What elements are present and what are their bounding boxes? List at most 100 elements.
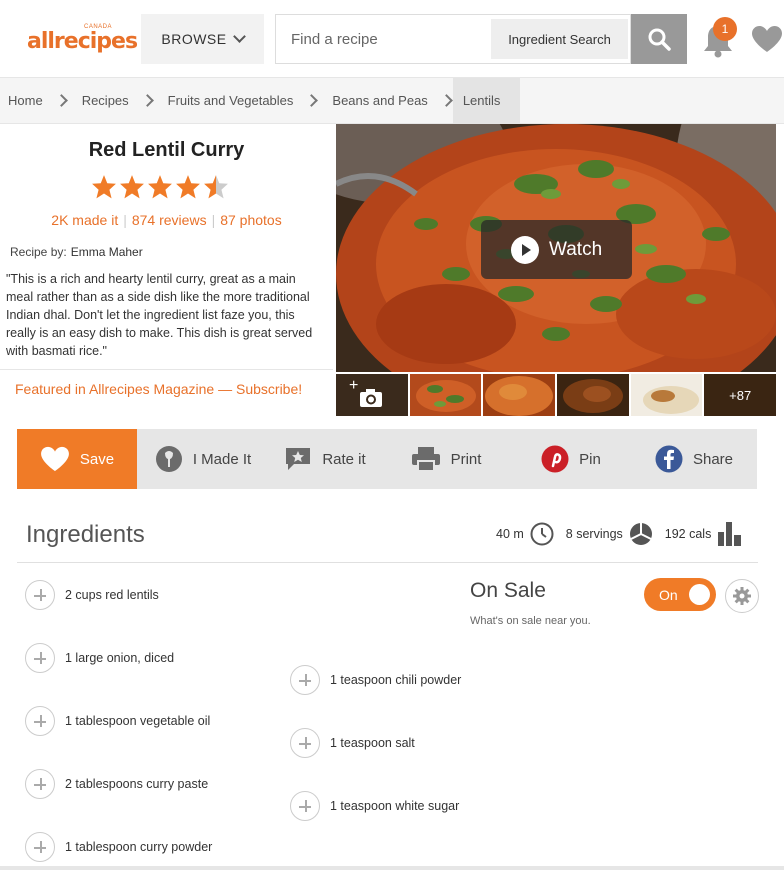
photo-thumbnail[interactable] (409, 374, 482, 416)
servings-pie-icon (629, 523, 652, 545)
search-input[interactable] (276, 15, 490, 63)
ingredient-item[interactable]: 1 tablespoon curry powder (25, 832, 212, 862)
rate-button[interactable]: Rate it (269, 429, 381, 489)
made-it-label: I Made It (192, 450, 252, 468)
on-sale-title: On Sale (470, 579, 546, 602)
servings-value: 8 servings (565, 527, 623, 541)
on-sale-toggle[interactable]: On (644, 578, 716, 611)
ingredient-search-button[interactable]: Ingredient Search (491, 19, 628, 59)
watch-label: Watch (549, 238, 603, 260)
heart-icon (40, 446, 69, 472)
pin-button[interactable]: Pin (511, 429, 631, 489)
recipe-stats: 2K made it | 874 reviews | 87 photos (51, 212, 282, 228)
star-icon (176, 175, 200, 199)
ingredient-item[interactable]: 1 teaspoon chili powder (290, 665, 461, 695)
star-rating[interactable] (91, 174, 229, 200)
divider (17, 562, 758, 563)
toggle-knob (689, 584, 710, 605)
recipe-by-label: Recipe by: (10, 245, 67, 259)
search-icon (648, 28, 671, 51)
watch-video-button[interactable]: Watch (481, 220, 632, 279)
photo-thumbnails: + +87 (336, 374, 777, 416)
facebook-icon (655, 445, 683, 473)
breadcrumb-home[interactable]: Home (0, 78, 82, 124)
search-box: Ingredient Search (275, 14, 631, 64)
breadcrumb-fruits-vegetables[interactable]: Fruits and Vegetables (168, 78, 333, 124)
notification-badge: 1 (713, 17, 737, 41)
add-ingredient-icon[interactable] (25, 643, 55, 673)
photo-thumbnail[interactable] (630, 374, 703, 416)
toggle-label: On (659, 586, 678, 603)
recipe-action-bar: Save I Made It Rate it Print Pin Share (17, 429, 757, 489)
servings[interactable]: 8 servings (566, 522, 653, 546)
breadcrumb-beans-peas[interactable]: Beans and Peas (332, 78, 453, 124)
ingredients-heading: Ingredients (26, 521, 145, 548)
rate-label: Rate it (322, 450, 366, 468)
add-ingredient-icon[interactable] (25, 769, 55, 799)
chevron-right-icon (54, 94, 68, 107)
thumbnail-image (557, 374, 629, 416)
browse-label: BROWSE (161, 31, 227, 47)
calories-value: 192 cals (664, 527, 712, 541)
settings-button[interactable] (725, 579, 759, 613)
calories[interactable]: 192 cals (665, 522, 744, 546)
photo-thumbnail[interactable] (483, 374, 556, 416)
rate-star-icon (286, 448, 311, 470)
star-icon (120, 175, 144, 199)
ingredient-item[interactable]: 1 large onion, diced (25, 643, 174, 673)
prep-time-value: 40 m (496, 527, 524, 541)
save-label: Save (79, 450, 115, 468)
gear-icon (733, 587, 751, 605)
star-icon (148, 175, 172, 199)
camera-add-icon: + (349, 377, 382, 407)
add-ingredient-icon[interactable] (25, 706, 55, 736)
top-bar: CANADA allrecipes BROWSE Ingredient Sear… (0, 0, 784, 78)
reviews-link[interactable]: 874 reviews (132, 212, 207, 228)
add-ingredient-icon[interactable] (25, 832, 55, 862)
share-label: Share (692, 450, 734, 468)
chevron-right-icon (305, 94, 319, 107)
ingredient-item[interactable]: 1 tablespoon vegetable oil (25, 706, 210, 736)
chef-hat-icon (155, 446, 182, 472)
save-button[interactable]: Save (17, 429, 137, 489)
nutrition-bars-icon (718, 522, 742, 546)
printer-icon (411, 447, 440, 472)
magazine-subscribe-link[interactable]: Featured in Allrecipes Magazine — Subscr… (15, 381, 302, 397)
chevron-right-icon (439, 94, 453, 107)
made-it-button[interactable]: I Made It (137, 429, 269, 489)
chevron-down-icon (232, 30, 246, 43)
print-button[interactable]: Print (381, 429, 511, 489)
thumbnail-image (630, 374, 703, 416)
photo-thumbnail[interactable] (557, 374, 629, 416)
allrecipes-logo[interactable]: CANADA allrecipes (27, 24, 138, 60)
more-photos-button[interactable]: +87 (704, 374, 777, 416)
photos-link[interactable]: 87 photos (220, 212, 282, 228)
share-button[interactable]: Share (631, 429, 757, 489)
ingredient-item[interactable]: 1 teaspoon salt (290, 728, 415, 758)
ingredient-item[interactable]: 2 tablespoons curry paste (25, 769, 208, 799)
add-photo-button[interactable]: + (336, 374, 408, 416)
svg-text:+: + (349, 377, 358, 394)
breadcrumb-lentils[interactable]: Lentils (452, 77, 521, 124)
ingredient-item[interactable]: 2 cups red lentils (25, 580, 159, 610)
recipe-byline: Recipe by: Emma Maher (10, 245, 143, 259)
add-ingredient-icon[interactable] (290, 791, 320, 821)
add-ingredient-icon[interactable] (290, 665, 320, 695)
search-button[interactable] (631, 14, 687, 64)
browse-button[interactable]: BROWSE (141, 14, 264, 64)
made-it-count[interactable]: 2K made it (51, 212, 118, 228)
clock-icon (530, 522, 554, 546)
recipe-title: Red Lentil Curry (88, 139, 245, 161)
divider (0, 369, 333, 370)
heart-icon[interactable] (751, 25, 783, 53)
add-ingredient-icon[interactable] (290, 728, 320, 758)
breadcrumb-recipes[interactable]: Recipes (82, 78, 168, 124)
add-ingredient-icon[interactable] (25, 580, 55, 610)
ingredient-item[interactable]: 1 teaspoon white sugar (290, 791, 459, 821)
bottom-strip (0, 866, 784, 870)
play-icon (511, 235, 539, 264)
recipe-meta: 40 m 8 servings 192 cals (496, 522, 755, 546)
half-star-icon (204, 175, 228, 199)
author-link[interactable]: Emma Maher (71, 245, 143, 259)
print-label: Print (450, 450, 482, 468)
